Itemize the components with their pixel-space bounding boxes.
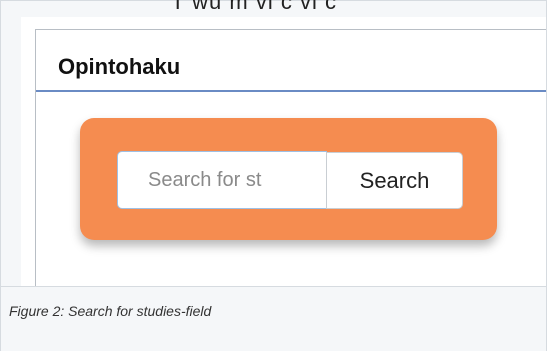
figure-caption: Figure 2: Search for studies-field xyxy=(9,303,212,319)
opintohaku-panel: Opintohaku Search xyxy=(35,29,546,287)
panel-title: Opintohaku xyxy=(58,54,181,79)
search-input[interactable] xyxy=(117,151,327,209)
figure-frame: T wu m vi c vi c Opintohaku Search Figur… xyxy=(0,0,547,351)
screenshot-area: Opintohaku Search xyxy=(21,17,546,287)
search-button[interactable]: Search xyxy=(326,152,463,209)
clipped-heading-text: T wu m vi c vi c xyxy=(171,0,337,14)
search-card: Search xyxy=(80,118,497,240)
caption-bar: Figure 2: Search for studies-field xyxy=(1,286,546,351)
title-divider xyxy=(36,90,546,92)
